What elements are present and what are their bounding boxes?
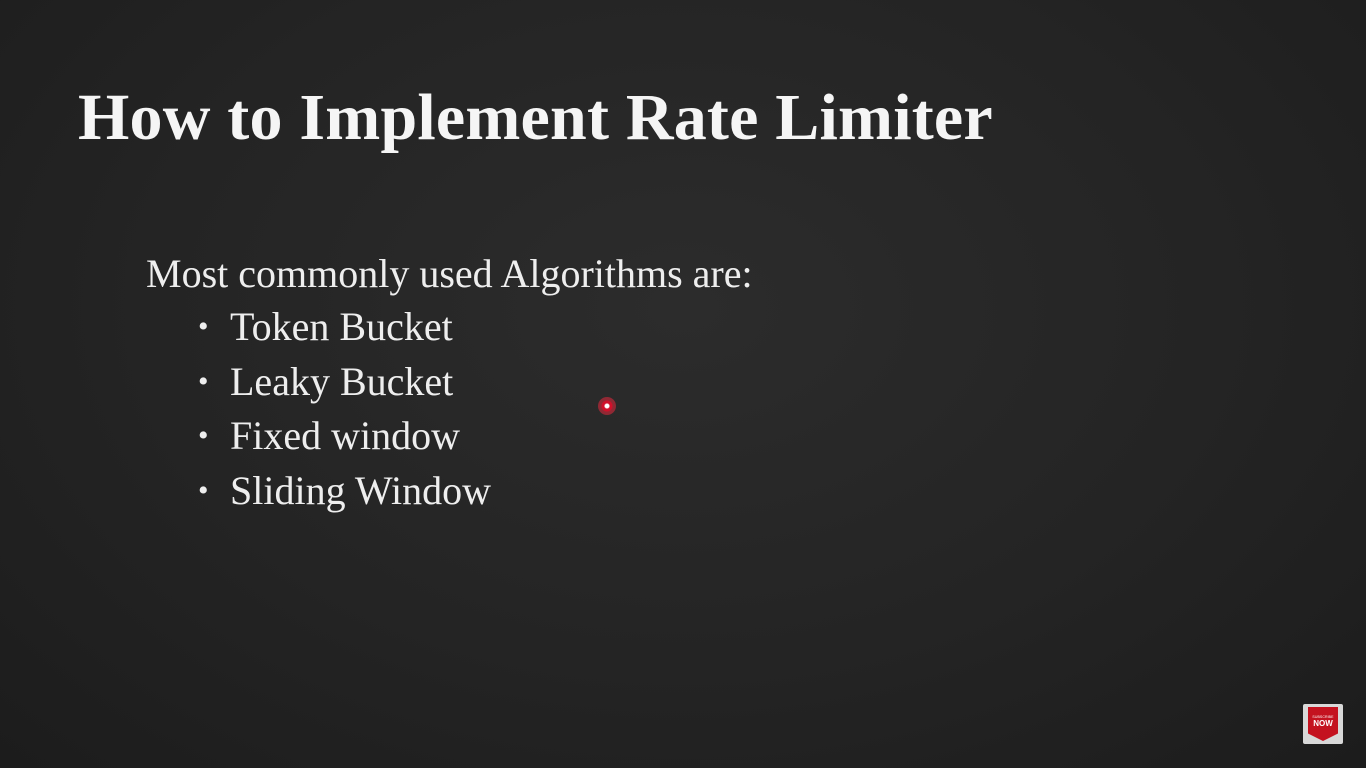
list-item-label: Fixed window <box>230 413 460 458</box>
pointer-highlight-icon <box>598 397 616 415</box>
bullet-icon: • <box>198 419 209 452</box>
list-item-label: Token Bucket <box>230 304 453 349</box>
list-item-label: Sliding Window <box>230 467 492 513</box>
list-item: • Leaky Bucket <box>198 358 491 413</box>
subscribe-button[interactable]: SUBSCRIBE NOW <box>1303 704 1343 744</box>
algorithm-list: • Token Bucket • Leaky Bucket • Fixed wi… <box>198 303 491 521</box>
subscribe-badge-icon: SUBSCRIBE NOW <box>1308 707 1338 741</box>
bullet-icon: • <box>198 364 209 398</box>
slide-title: How to Implement Rate Limiter <box>78 81 993 154</box>
list-item: • Sliding Window <box>198 467 491 522</box>
presentation-slide: How to Implement Rate Limiter Most commo… <box>0 0 1366 768</box>
bullet-icon: • <box>198 310 209 343</box>
slide-intro-text: Most commonly used Algorithms are: <box>146 251 753 296</box>
subscribe-badge-line2: NOW <box>1313 718 1333 728</box>
list-item: • Token Bucket <box>198 303 491 358</box>
list-item-label: Leaky Bucket <box>230 358 454 404</box>
bullet-icon: • <box>198 473 209 507</box>
list-item: • Fixed window <box>198 412 491 467</box>
